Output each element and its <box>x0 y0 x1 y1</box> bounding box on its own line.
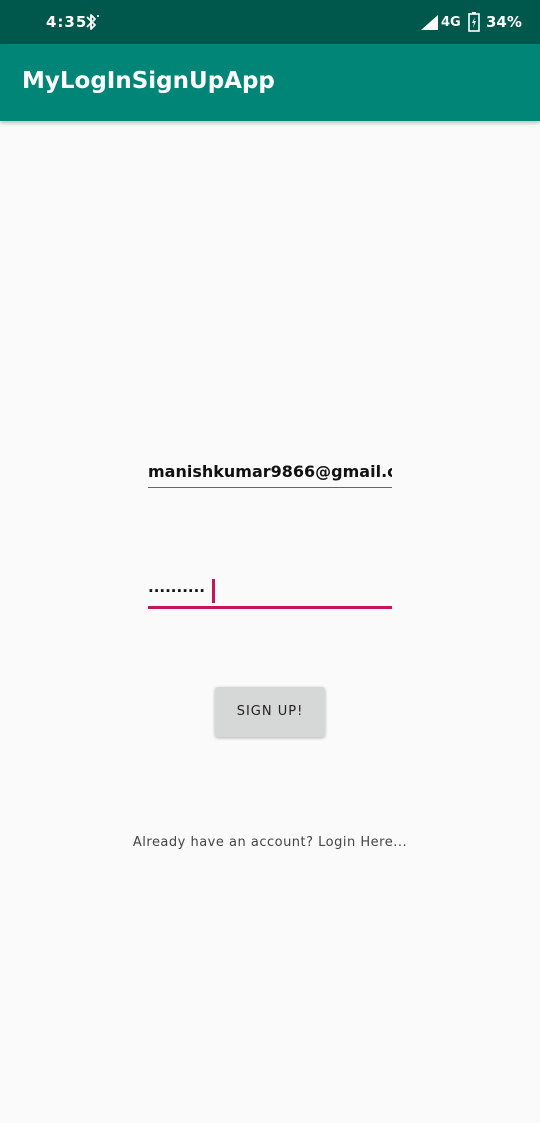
signup-button[interactable]: SIGN UP! <box>215 687 325 737</box>
password-field[interactable]: .......... <box>148 578 392 609</box>
login-link[interactable]: Already have an account? Login Here... <box>0 835 540 850</box>
battery-percentage: 34% <box>486 13 522 31</box>
battery-icon <box>468 12 480 32</box>
text-cursor <box>212 579 215 603</box>
status-time: 4:35 <box>46 13 88 31</box>
email-field[interactable]: manishkumar9866@gmail.com <box>148 462 392 488</box>
app-bar: MyLogInSignUpApp <box>0 44 540 121</box>
network-type: 4G <box>441 15 461 30</box>
app-title: MyLogInSignUpApp <box>22 68 275 94</box>
bluetooth-icon <box>86 14 99 30</box>
status-bar: 4:35 4G 34% <box>0 0 540 44</box>
password-value: .......... <box>148 578 205 596</box>
signup-form: manishkumar9866@gmail.com .......... SIG… <box>0 121 540 1123</box>
signal-icon <box>421 15 438 30</box>
